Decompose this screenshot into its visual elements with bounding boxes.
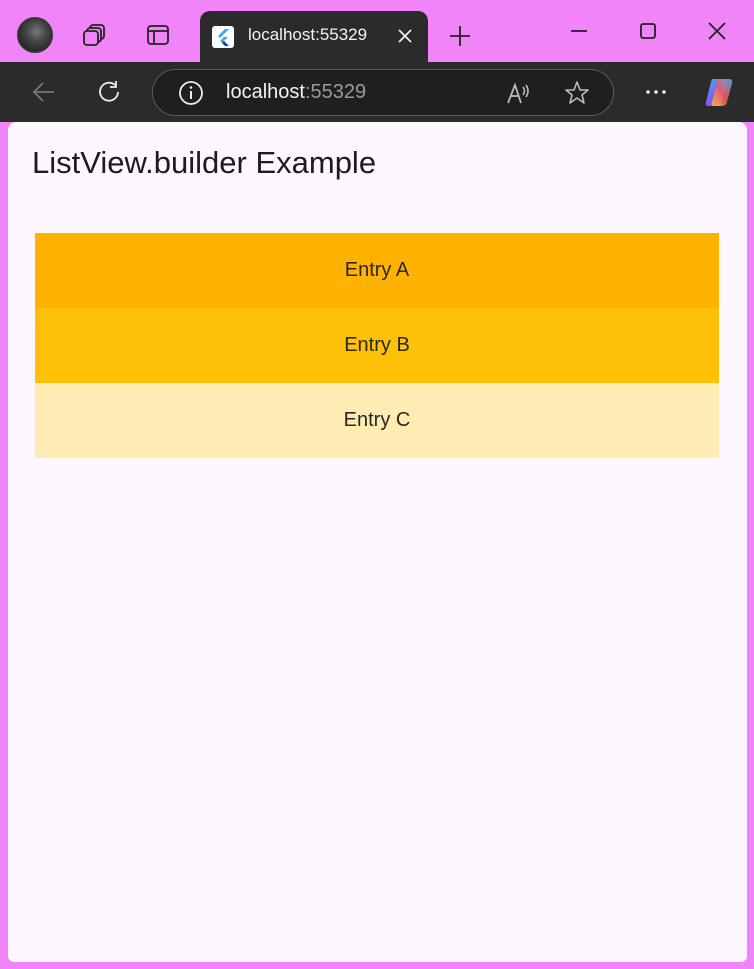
- plus-icon[interactable]: [447, 23, 473, 49]
- page-title: ListView.builder Example: [32, 145, 377, 180]
- url-host: localhost: [226, 81, 305, 103]
- back-arrow-icon[interactable]: [30, 78, 58, 106]
- tab-title: localhost:55329: [248, 25, 368, 44]
- copilot-icon[interactable]: [702, 75, 736, 109]
- entry-list: Entry A Entry B Entry C: [35, 233, 719, 458]
- list-item[interactable]: Entry C: [35, 383, 719, 458]
- list-item[interactable]: Entry B: [35, 308, 719, 383]
- info-icon[interactable]: [178, 80, 204, 106]
- vertical-tabs-icon[interactable]: [145, 22, 171, 48]
- list-item-label: Entry B: [344, 334, 410, 356]
- read-aloud-icon[interactable]: [505, 81, 531, 107]
- list-item-label: Entry C: [343, 409, 411, 431]
- maximize-icon[interactable]: [637, 20, 659, 42]
- page-content: ListView.builder Example Entry A Entry B…: [8, 122, 747, 962]
- list-item-label: Entry A: [344, 259, 410, 281]
- list-item[interactable]: Entry A: [35, 233, 719, 308]
- refresh-icon[interactable]: [96, 78, 124, 106]
- url-text[interactable]: localhost:55329: [226, 81, 366, 104]
- flutter-favicon: [212, 26, 234, 48]
- title-bar: localhost:55329: [0, 0, 754, 63]
- url-port: :55329: [304, 81, 367, 103]
- browser-toolbar: localhost:55329: [0, 62, 754, 122]
- address-bar[interactable]: localhost:55329: [152, 69, 614, 116]
- more-icon[interactable]: [642, 78, 670, 106]
- profile-avatar[interactable]: [17, 17, 53, 53]
- close-window-icon[interactable]: [706, 20, 728, 42]
- close-icon[interactable]: [396, 27, 414, 45]
- minimize-icon[interactable]: [568, 20, 590, 42]
- star-icon[interactable]: [564, 80, 590, 106]
- browser-window: localhost:55329 localhost:55329 ListView…: [0, 0, 754, 969]
- active-tab[interactable]: localhost:55329: [200, 11, 428, 63]
- workspaces-icon[interactable]: [82, 22, 108, 48]
